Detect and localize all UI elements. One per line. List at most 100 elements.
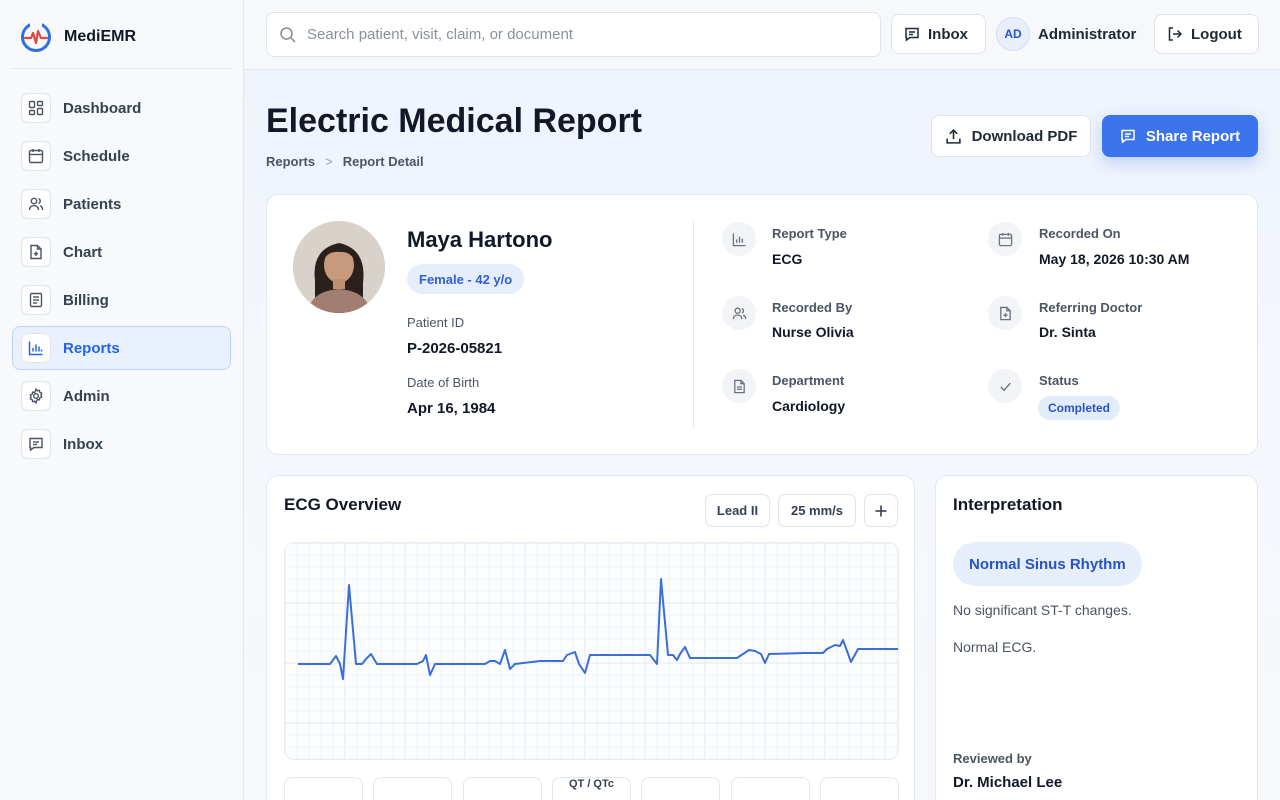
ecg-metric-card-qt: QT / QTc xyxy=(552,777,631,800)
ecg-metric-card xyxy=(820,777,899,800)
interpretation-card: Interpretation Normal Sinus Rhythm No si… xyxy=(935,475,1258,800)
report-type-label: Report Type xyxy=(772,226,847,241)
lead-selector[interactable]: Lead II xyxy=(705,494,770,527)
sidebar-item-label: Inbox xyxy=(63,435,103,453)
avatar: AD xyxy=(996,17,1030,51)
ecg-metric-card xyxy=(373,777,452,800)
ecg-grid xyxy=(285,543,898,759)
share-report-button[interactable]: Share Report xyxy=(1102,115,1258,157)
referring-doctor-label: Referring Doctor xyxy=(1039,300,1143,315)
logout-button-label: Logout xyxy=(1191,25,1242,43)
ecg-metric-card xyxy=(731,777,810,800)
upload-icon xyxy=(945,128,961,144)
users-icon xyxy=(722,296,756,330)
download-pdf-label: Download PDF xyxy=(971,127,1078,145)
sidebar-item-patients[interactable]: Patients xyxy=(12,182,231,226)
dob-value: Apr 16, 1984 xyxy=(407,400,496,417)
ecg-trace xyxy=(298,578,898,680)
main-content: Electric Medical Report Reports > Report… xyxy=(244,70,1280,800)
patient-name: Maya Hartono xyxy=(407,227,553,252)
sidebar-item-inbox[interactable]: Inbox xyxy=(12,422,231,466)
sidebar-item-billing[interactable]: Billing xyxy=(12,278,231,322)
interpretation-title: Interpretation xyxy=(953,495,1063,514)
department-value: Cardiology xyxy=(772,398,846,414)
sidebar-item-admin[interactable]: Admin xyxy=(12,374,231,418)
user-menu[interactable]: AD Administrator xyxy=(996,16,1136,52)
search-input[interactable] xyxy=(307,26,867,43)
calendar-icon xyxy=(21,141,51,171)
patient-gender-age-badge: Female - 42 y/o xyxy=(407,264,525,294)
inbox-button[interactable]: Inbox xyxy=(891,14,986,54)
patient-id-label: Patient ID xyxy=(407,315,465,330)
speed-selector[interactable]: 25 mm/s xyxy=(778,494,856,527)
file-plus-icon xyxy=(21,237,51,267)
logout-button[interactable]: Logout xyxy=(1154,14,1259,54)
reviewed-by-value: Dr. Michael Lee xyxy=(953,774,1063,791)
receipt-icon xyxy=(21,285,51,315)
rhythm-badge: Normal Sinus Rhythm xyxy=(953,542,1142,586)
search-icon xyxy=(280,26,296,43)
breadcrumb-link-reports[interactable]: Reports xyxy=(266,154,315,169)
ecg-metric-card xyxy=(284,777,363,800)
department-label: Department xyxy=(772,373,845,388)
ecg-waveform xyxy=(285,543,898,759)
file-plus-icon xyxy=(988,296,1022,330)
document-icon xyxy=(722,369,756,403)
calendar-icon xyxy=(988,222,1022,256)
sidebar-divider xyxy=(12,68,231,69)
logout-icon xyxy=(1168,27,1183,41)
sidebar-item-chart[interactable]: Chart xyxy=(12,230,231,274)
ecg-metric-card xyxy=(463,777,542,800)
check-icon xyxy=(988,369,1022,403)
sidebar-item-reports[interactable]: Reports xyxy=(12,326,231,370)
interpretation-note: No significant ST-T changes. xyxy=(953,602,1132,618)
app-name: MediEMR xyxy=(64,28,136,45)
status-label: Status xyxy=(1039,373,1079,388)
users-icon xyxy=(21,189,51,219)
recorded-by-label: Recorded By xyxy=(772,300,853,315)
recorded-on-value: May 18, 2026 10:30 AM xyxy=(1039,251,1190,267)
sidebar-item-label: Patients xyxy=(63,195,122,213)
card-divider xyxy=(693,221,694,428)
plus-icon xyxy=(875,505,887,516)
sidebar-nav: Dashboard Schedule Patients Chart Billin… xyxy=(12,86,231,470)
message-icon xyxy=(1121,129,1135,144)
sidebar-item-label: Dashboard xyxy=(63,99,142,117)
sidebar-item-schedule[interactable]: Schedule xyxy=(12,134,231,178)
patient-summary-card: Maya Hartono Female - 42 y/o Patient ID … xyxy=(266,194,1258,455)
message-icon xyxy=(21,429,51,459)
report-type-value: ECG xyxy=(772,251,803,267)
user-name: Administrator xyxy=(1038,25,1137,43)
recorded-by-value: Nurse Olivia xyxy=(772,324,854,340)
sidebar-item-label: Billing xyxy=(63,291,109,309)
breadcrumb-separator: > xyxy=(325,154,333,169)
zoom-in-button[interactable] xyxy=(864,494,898,527)
heartbeat-logo-icon xyxy=(21,22,51,52)
patient-photo xyxy=(293,221,385,313)
interpretation-note: Normal ECG. xyxy=(953,639,1037,655)
search-bar[interactable] xyxy=(266,12,881,57)
brand[interactable]: MediEMR xyxy=(20,20,136,54)
status-badge: Completed xyxy=(1038,396,1121,420)
recorded-on-label: Recorded On xyxy=(1039,226,1121,241)
sidebar: MediEMR Dashboard Schedule Patients Char… xyxy=(0,0,244,800)
reviewed-by-label: Reviewed by xyxy=(953,751,1032,766)
breadcrumb: Reports > Report Detail xyxy=(266,154,424,169)
gear-icon xyxy=(21,381,51,411)
message-icon xyxy=(905,27,919,42)
sidebar-item-dashboard[interactable]: Dashboard xyxy=(12,86,231,130)
breadcrumb-current: Report Detail xyxy=(342,154,424,169)
bar-chart-icon xyxy=(722,222,756,256)
topbar: Inbox AD Administrator Logout xyxy=(244,0,1280,70)
bar-chart-icon xyxy=(21,333,51,363)
sidebar-item-label: Schedule xyxy=(63,147,130,165)
sidebar-item-label: Chart xyxy=(63,243,103,261)
page-title: Electric Medical Report xyxy=(266,102,643,140)
sidebar-item-label: Reports xyxy=(63,339,120,357)
grid-icon xyxy=(21,93,51,123)
referring-doctor-value: Dr. Sinta xyxy=(1039,324,1096,340)
download-pdf-button[interactable]: Download PDF xyxy=(931,115,1091,157)
inbox-button-label: Inbox xyxy=(928,25,968,43)
share-report-label: Share Report xyxy=(1145,127,1241,145)
ecg-overview-card: ECG Overview Lead II 25 mm/s QT / QTc xyxy=(266,475,915,800)
